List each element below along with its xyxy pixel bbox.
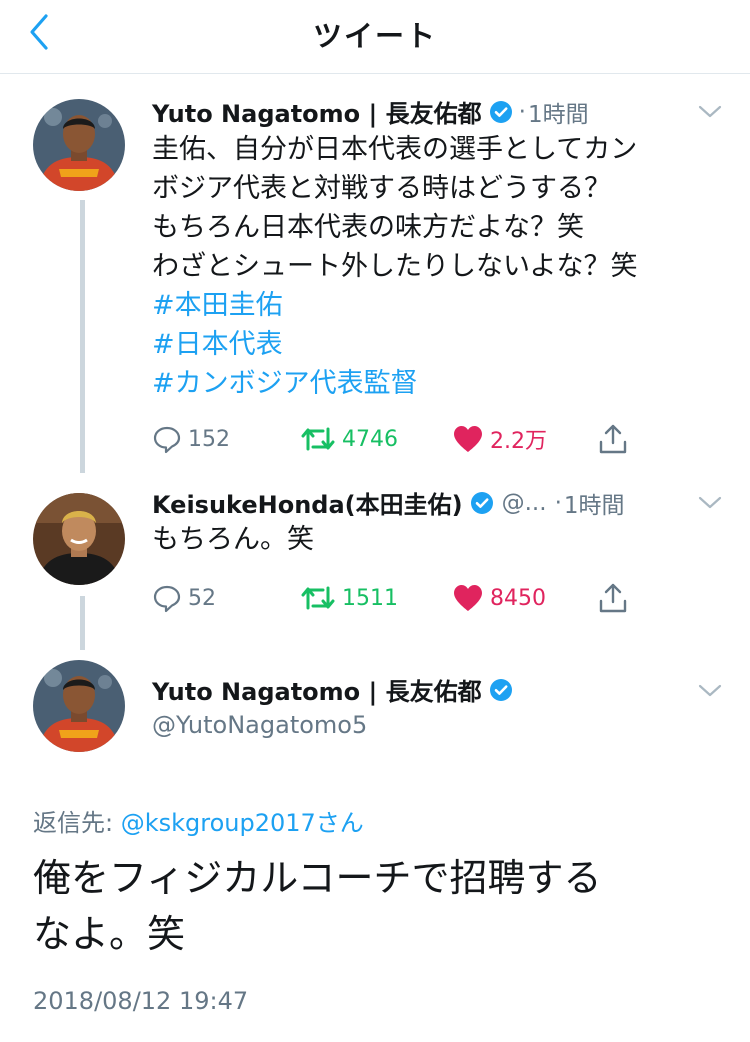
tweet-text-line: もちろん日本代表の味方だよな？笑 xyxy=(152,212,584,243)
tweet-text: 圭佑、自分が日本代表の選手としてカン ボジア代表と対戦する時はどうする？ もちろ… xyxy=(152,130,637,403)
tweet-text-line: なよ。笑 xyxy=(33,912,186,956)
author-handle: @... xyxy=(501,489,547,516)
tweet-text-line: わざとシュート外したりしないよな？笑 xyxy=(152,251,638,282)
reply-mention-link[interactable]: @kskgroup2017さん xyxy=(121,809,364,837)
reply-button[interactable]: 152 xyxy=(152,421,230,457)
retweet-count: 1511 xyxy=(342,585,398,611)
tweet-header: Yuto Nagatomo | 長友佑都 · 1時間 xyxy=(152,94,589,129)
tweet-text-line: もちろん。笑 xyxy=(152,524,314,555)
retweet-count: 4746 xyxy=(342,426,398,452)
avatar[interactable] xyxy=(33,660,125,752)
tweet-timestamp: 2018/08/12 19:47 xyxy=(33,987,249,1015)
retweet-button[interactable]: 1511 xyxy=(300,580,398,616)
heart-icon xyxy=(452,583,484,613)
reply-prefix: 返信先: xyxy=(33,809,121,837)
share-icon xyxy=(598,423,628,455)
reply-button[interactable]: 52 xyxy=(152,580,216,616)
tweet-actions: 152 4746 2.2万 xyxy=(152,421,652,457)
like-count: 8450 xyxy=(490,585,546,611)
avatar[interactable] xyxy=(33,99,125,191)
tweet-header: Yuto Nagatomo | 長友佑都 xyxy=(152,672,513,707)
separator-dot: · xyxy=(518,98,526,125)
author-name[interactable]: Yuto Nagatomo | 長友佑都 xyxy=(152,94,482,129)
like-button[interactable]: 8450 xyxy=(452,580,546,616)
tweet-text-line: 圭佑、自分が日本代表の選手としてカン xyxy=(152,134,638,165)
author-handle[interactable]: @YutoNagatomo5 xyxy=(152,711,367,739)
chevron-down-icon[interactable] xyxy=(697,104,723,120)
like-button[interactable]: 2.2万 xyxy=(452,421,547,457)
thread-connector-line xyxy=(80,596,85,650)
chevron-down-icon[interactable] xyxy=(697,495,723,511)
reply-count: 52 xyxy=(188,585,216,611)
share-icon xyxy=(598,582,628,614)
tweet-time: 1時間 xyxy=(563,492,625,519)
reply-icon xyxy=(152,424,182,454)
retweet-button[interactable]: 4746 xyxy=(300,421,398,457)
hashtag-link[interactable]: #カンボジア代表監督 xyxy=(152,364,637,403)
separator-dot: · xyxy=(554,489,562,516)
share-button[interactable] xyxy=(598,580,634,616)
tweet-actions: 52 1511 8450 xyxy=(152,580,652,616)
tweet-text-line: ボジア代表と対戦する時はどうする？ xyxy=(152,173,611,204)
verified-badge-icon xyxy=(489,678,513,702)
page-title: ツイート xyxy=(312,19,437,53)
chevron-down-icon[interactable] xyxy=(697,683,723,699)
author-name[interactable]: Yuto Nagatomo | 長友佑都 xyxy=(152,672,482,707)
reply-count: 152 xyxy=(188,426,230,452)
avatar[interactable] xyxy=(33,493,125,585)
focused-tweet-text: 俺をフィジカルコーチで招聘する なよ。笑 xyxy=(33,850,723,962)
hashtag-link[interactable]: #本田圭佑 xyxy=(152,286,637,325)
retweet-icon xyxy=(300,584,336,612)
tweet-text-line: 俺をフィジカルコーチで招聘する xyxy=(33,856,602,900)
verified-badge-icon xyxy=(489,100,513,124)
top-navigation-bar: ツイート xyxy=(0,0,750,74)
hashtag-link[interactable]: #日本代表 xyxy=(152,325,637,364)
reply-icon xyxy=(152,583,182,613)
reply-context: 返信先: @kskgroup2017さん xyxy=(33,803,364,838)
verified-badge-icon xyxy=(470,491,494,515)
thread-connector-line xyxy=(80,200,85,473)
like-count: 2.2万 xyxy=(490,429,547,454)
tweet-text: もちろん。笑 xyxy=(152,520,314,559)
share-button[interactable] xyxy=(598,421,634,457)
heart-icon xyxy=(452,424,484,454)
author-name[interactable]: KeisukeHonda(本田圭佑) xyxy=(152,485,463,520)
tweet-time: 1時間 xyxy=(527,101,589,128)
retweet-icon xyxy=(300,425,336,453)
tweet-header: KeisukeHonda(本田圭佑) @... · 1時間 xyxy=(152,485,625,520)
